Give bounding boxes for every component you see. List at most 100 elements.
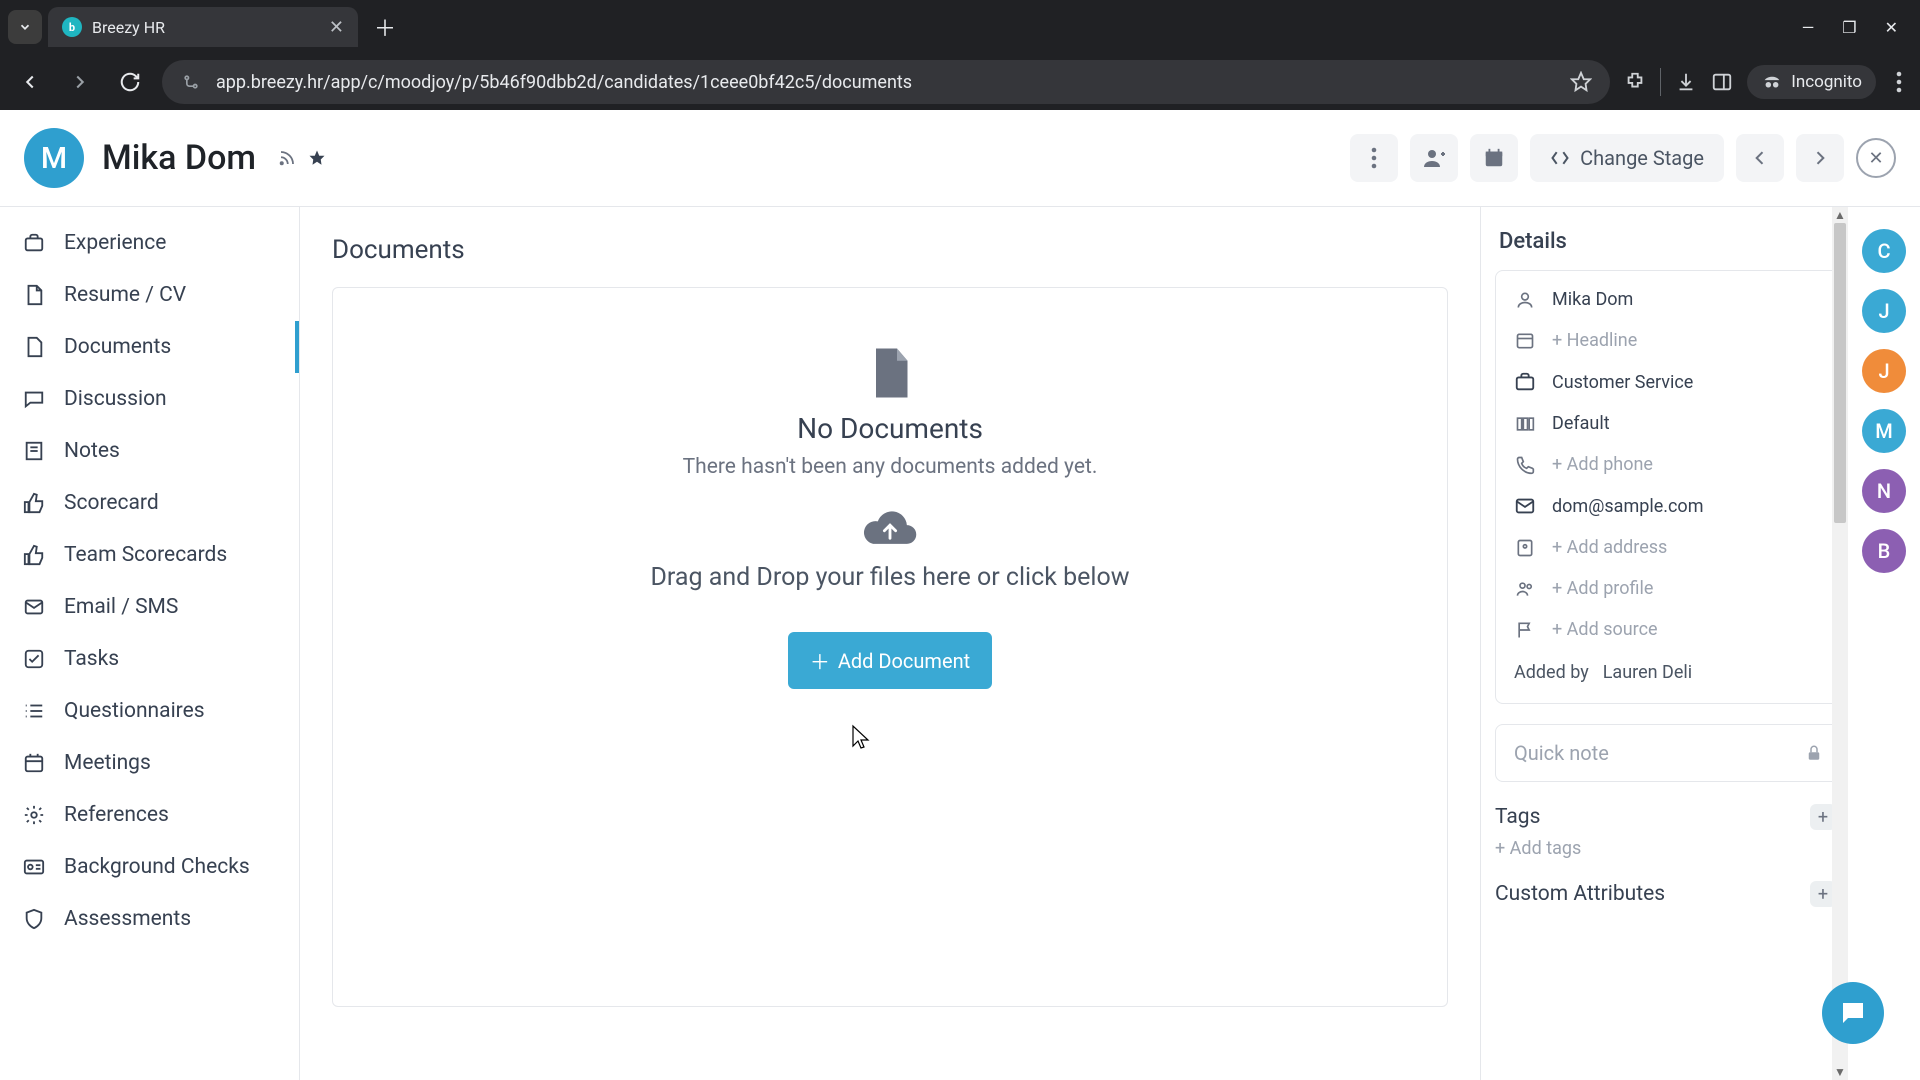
browser-tab[interactable]: b Breezy HR ✕ — [48, 7, 358, 47]
downloads-icon[interactable] — [1675, 71, 1697, 93]
added-by-label: Added by — [1514, 662, 1589, 683]
drag-drop-text: Drag and Drop your files here or click b… — [651, 563, 1130, 592]
sidebar-item-label: Experience — [64, 231, 166, 255]
sidebar-item-experience[interactable]: Experience — [0, 217, 299, 269]
sidebar-item-meetings[interactable]: Meetings — [0, 737, 299, 789]
person-chip[interactable]: C — [1862, 229, 1906, 273]
incognito-badge[interactable]: Incognito — [1747, 65, 1876, 99]
calendar-icon — [22, 752, 46, 774]
person-chip[interactable]: J — [1862, 349, 1906, 393]
tags-title: Tags — [1495, 805, 1540, 829]
custom-attrs-title: Custom Attributes — [1495, 882, 1665, 906]
schedule-button[interactable] — [1470, 134, 1518, 182]
more-actions-button[interactable] — [1350, 134, 1398, 182]
sidebar-item-email-sms[interactable]: Email / SMS — [0, 581, 299, 633]
details-row-text: Default — [1552, 413, 1610, 434]
details-row[interactable]: Mika Dom — [1496, 279, 1841, 320]
sidebar-item-background-checks[interactable]: Background Checks — [0, 841, 299, 893]
documents-dropzone[interactable]: No Documents There hasn't been any docum… — [332, 287, 1448, 1007]
details-row[interactable]: dom@sample.com — [1496, 485, 1841, 527]
prev-candidate-button[interactable] — [1736, 134, 1784, 182]
next-candidate-button[interactable] — [1796, 134, 1844, 182]
details-row[interactable]: + Add phone — [1496, 444, 1841, 485]
add-document-button[interactable]: ＋ Add Document — [788, 632, 992, 689]
details-row[interactable]: Customer Service — [1496, 361, 1841, 403]
details-title: Details — [1499, 229, 1842, 254]
scroll-up-arrow[interactable]: ▲ — [1832, 207, 1848, 223]
assign-user-button[interactable] — [1410, 134, 1458, 182]
details-card: Mika Dom+ HeadlineCustomer Service Defaul… — [1495, 270, 1842, 704]
site-info-icon[interactable] — [180, 71, 202, 93]
sidebar-item-scorecard[interactable]: Scorecard — [0, 477, 299, 529]
person-chip[interactable]: J — [1862, 289, 1906, 333]
person-chip[interactable]: M — [1862, 409, 1906, 453]
details-scrollbar[interactable]: ▲ ▼ — [1832, 207, 1848, 1080]
tab-search-button[interactable] — [8, 10, 42, 44]
details-row[interactable]: + Headline — [1496, 320, 1841, 361]
rss-icon[interactable] — [278, 149, 296, 167]
details-row[interactable]: + Add profile — [1496, 568, 1841, 609]
add-document-label: Add Document — [838, 649, 970, 673]
tab-favicon: b — [62, 17, 82, 37]
extensions-icon[interactable] — [1624, 71, 1646, 93]
sidebar-item-team-scorecards[interactable]: Team Scorecards — [0, 529, 299, 581]
sidebar-item-label: Questionnaires — [64, 699, 205, 723]
scroll-down-arrow[interactable]: ▼ — [1832, 1064, 1848, 1080]
scroll-thumb[interactable] — [1834, 223, 1846, 523]
sidebar-item-label: References — [64, 803, 169, 827]
sidebar-item-assessments[interactable]: Assessments — [0, 893, 299, 945]
add-tags-link[interactable]: + Add tags — [1495, 838, 1842, 859]
bookmark-star-icon[interactable] — [1570, 71, 1592, 93]
forward-button[interactable] — [62, 64, 98, 100]
user-icon — [1514, 290, 1536, 310]
side-panel-icon[interactable] — [1711, 71, 1733, 93]
star-icon[interactable] — [308, 149, 326, 167]
sidebar-item-label: Discussion — [64, 387, 167, 411]
sidebar-item-label: Notes — [64, 439, 120, 463]
close-window-icon[interactable]: ✕ — [1885, 18, 1898, 37]
details-row-text: + Add source — [1552, 619, 1658, 640]
quick-note-input[interactable]: Quick note — [1495, 724, 1842, 782]
candidate-name: Mika Dom — [102, 138, 256, 178]
details-row[interactable]: + Add address — [1496, 527, 1841, 568]
candidate-avatar[interactable]: M — [24, 128, 84, 188]
kebab-menu-icon[interactable] — [1890, 71, 1908, 93]
plus-icon: ＋ — [810, 646, 830, 675]
person-chip[interactable]: N — [1862, 469, 1906, 513]
upload-cloud-icon — [860, 505, 920, 549]
details-row-text: + Add phone — [1552, 454, 1653, 475]
details-row[interactable]: + Add source — [1496, 609, 1841, 650]
tags-header: Tags + — [1495, 804, 1842, 830]
tab-close-icon[interactable]: ✕ — [329, 17, 344, 38]
document-icon — [869, 348, 911, 398]
back-button[interactable] — [12, 64, 48, 100]
mail-icon — [22, 596, 46, 618]
profile-icon — [1514, 579, 1536, 599]
sidebar-nav: Experience Resume / CVDocuments Discussion… — [0, 207, 300, 1080]
change-stage-button[interactable]: Change Stage — [1530, 134, 1724, 182]
sidebar-item-questionnaires[interactable]: Questionnaires — [0, 685, 299, 737]
details-row[interactable]: Default — [1496, 403, 1841, 444]
person-chip[interactable]: B — [1862, 529, 1906, 573]
close-panel-button[interactable]: ✕ — [1856, 138, 1896, 178]
candidate-name-icons — [278, 149, 326, 167]
added-by-row: Added byLauren Deli — [1496, 650, 1841, 695]
url-text: app.breezy.hr/app/c/moodjoy/p/5b46f90dbb… — [216, 72, 1556, 93]
reload-button[interactable] — [112, 64, 148, 100]
minimize-icon[interactable]: ― — [1802, 18, 1815, 37]
maximize-icon[interactable]: ❐ — [1842, 18, 1856, 37]
omnibox[interactable]: app.breezy.hr/app/c/moodjoy/p/5b46f90dbb… — [162, 60, 1610, 104]
sidebar-item-references[interactable]: References — [0, 789, 299, 841]
lock-icon — [1805, 744, 1823, 762]
sidebar-item-resume-cv[interactable]: Resume / CV — [0, 269, 299, 321]
sidebar-item-documents[interactable]: Documents — [0, 321, 299, 373]
new-tab-button[interactable]: ＋ — [364, 11, 406, 43]
flag-icon — [1514, 620, 1536, 640]
sidebar-item-notes[interactable]: Notes — [0, 425, 299, 477]
toolbar-separator — [1660, 68, 1661, 96]
sidebar-item-tasks[interactable]: Tasks — [0, 633, 299, 685]
sidebar-item-discussion[interactable]: Discussion — [0, 373, 299, 425]
app-root: M Mika Dom Change Stage — [0, 110, 1920, 1080]
address-icon — [1514, 538, 1536, 558]
chat-fab[interactable] — [1822, 982, 1884, 1044]
